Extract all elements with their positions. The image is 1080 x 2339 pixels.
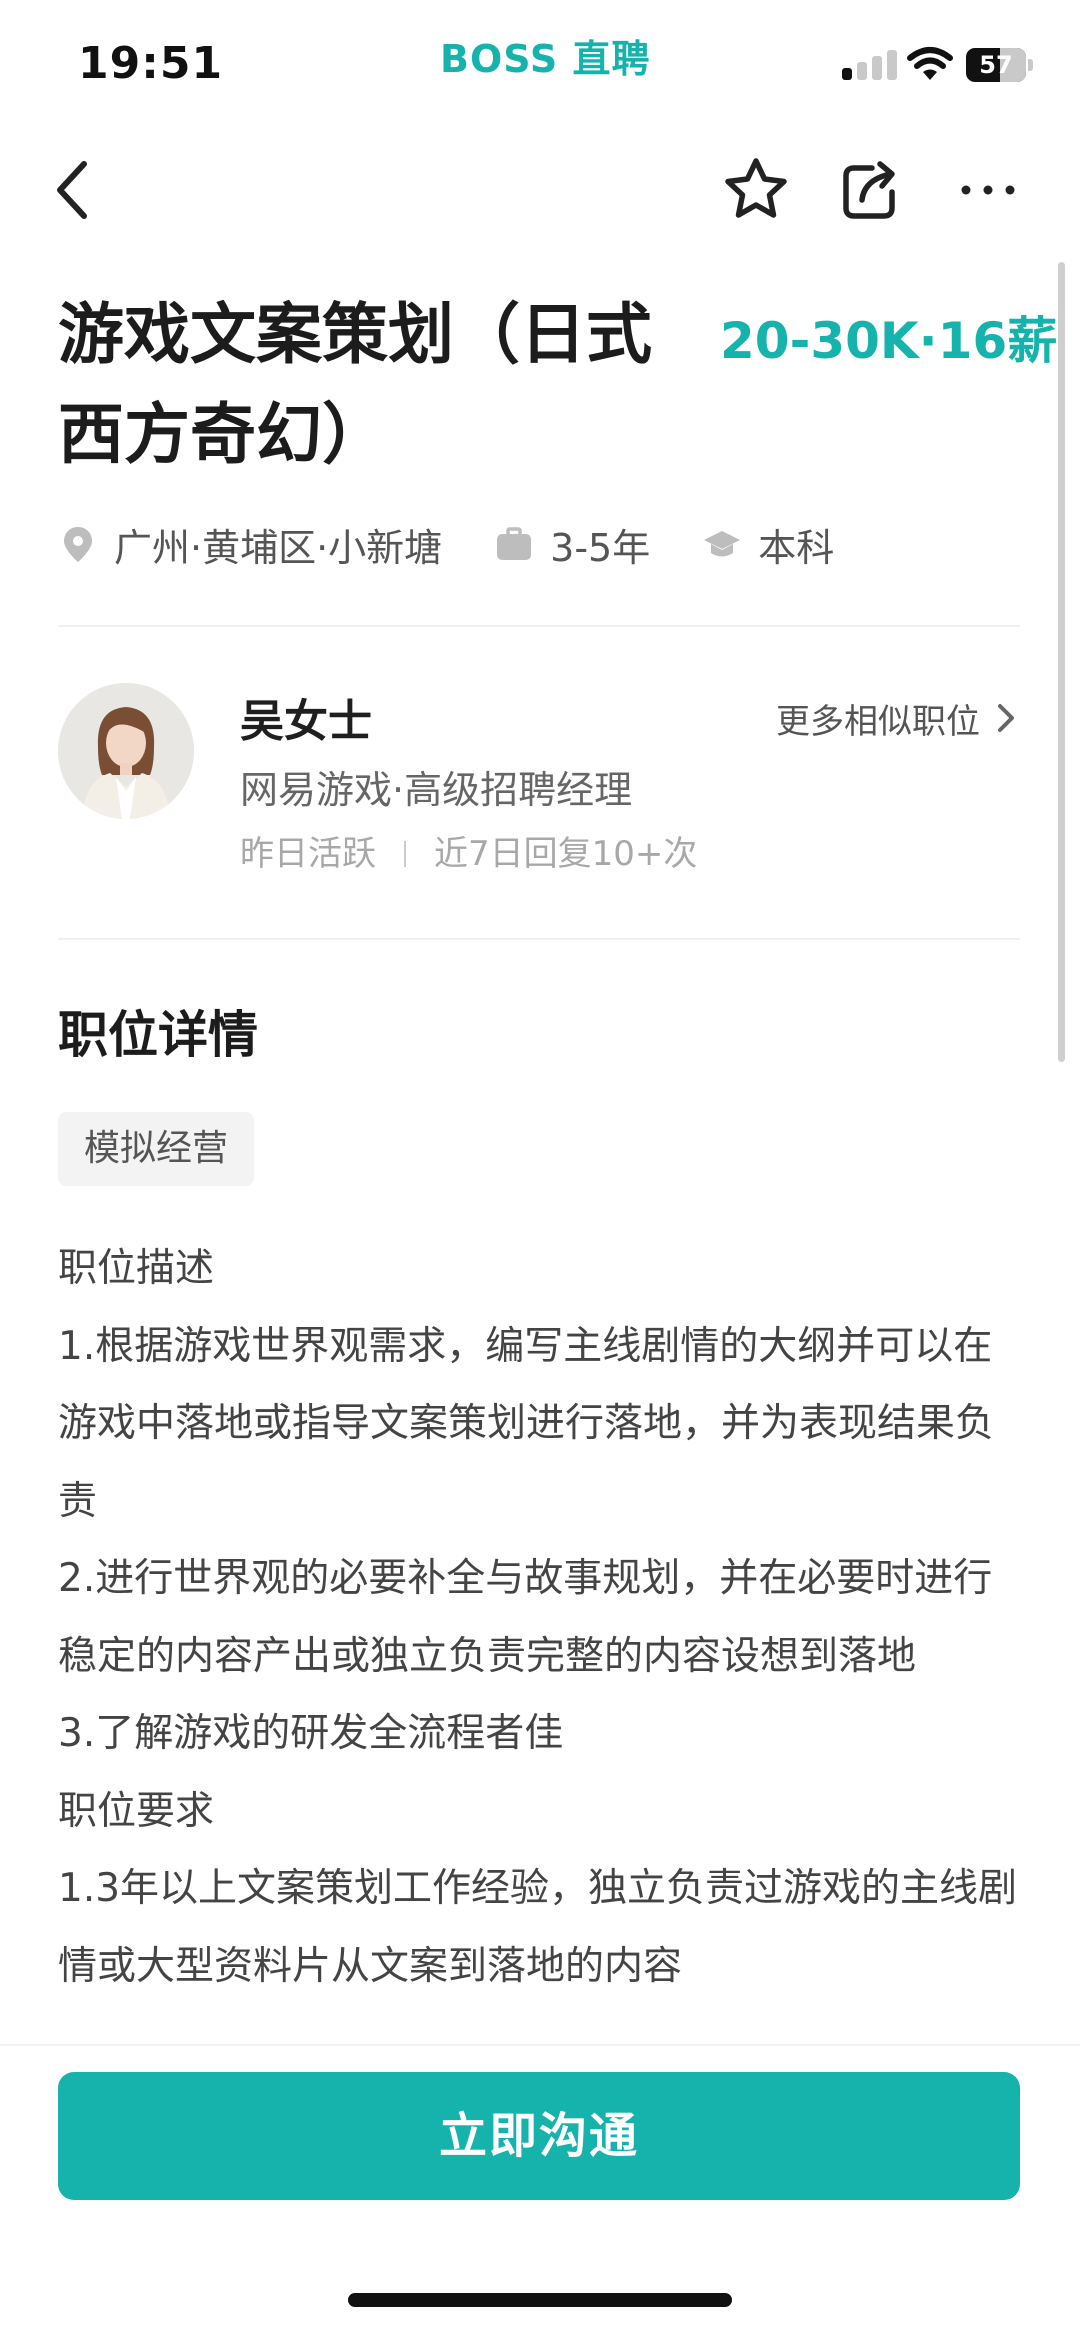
star-icon <box>725 158 787 218</box>
more-similar-jobs-link[interactable]: 更多相似职位 <box>776 690 1018 746</box>
job-experience-text: 3-5年 <box>550 525 651 570</box>
recruiter-photo <box>58 683 194 819</box>
briefcase-icon <box>497 527 532 560</box>
job-title: 游戏文案策划（日式西方奇幻） <box>58 296 652 473</box>
job-details-heading: 职位详情 <box>58 1006 258 1064</box>
battery-level: 57 <box>979 51 1013 79</box>
back-button[interactable] <box>48 150 108 230</box>
battery-icon: 57 <box>966 48 1033 82</box>
job-location: 广州·黄埔区·小新塘 <box>58 517 442 572</box>
recruiter-name: 吴女士 <box>240 696 372 747</box>
location-pin-icon <box>64 527 92 562</box>
more-similar-jobs-label: 更多相似职位 <box>776 701 980 742</box>
recruiter-activity: 昨日活跃 近7日回复10+次 <box>240 828 697 880</box>
description-paragraph: 1.根据游戏世界观需求，编写主线剧情的大纲并可以在游戏中落地或指导文案策划进行落… <box>58 1323 995 1524</box>
divider <box>58 938 1020 940</box>
description-paragraph: 1.3年以上文案策划工作经验，独立负责过游戏的主线剧情或大型资料片从文案到落地的… <box>58 1866 1018 1989</box>
chat-now-button[interactable]: 立即沟通 <box>58 2072 1020 2200</box>
more-options-button[interactable] <box>950 152 1026 228</box>
status-time: 19:51 <box>78 38 224 89</box>
favorite-button[interactable] <box>718 152 794 228</box>
job-salary: 20-30K·16薪 <box>720 312 1058 370</box>
description-paragraph: 职位描述 <box>58 1246 215 1291</box>
graduation-cap-icon <box>704 531 741 557</box>
status-bar: 19:51 BOSS 直聘 57 <box>0 0 1080 120</box>
description-paragraph: 2.进行世界观的必要补全与故事规划，并在必要时进行稳定的内容产出或独立负责完整的… <box>58 1556 993 1679</box>
share-button[interactable] <box>832 152 908 228</box>
recruiter-avatar[interactable] <box>58 683 194 819</box>
wifi-icon <box>907 47 953 80</box>
more-dots-icon <box>961 185 1015 195</box>
recruiter-reply-stat: 近7日回复10+次 <box>434 834 698 874</box>
back-chevron-icon <box>57 161 87 219</box>
job-education-text: 本科 <box>758 525 835 570</box>
recruiter-company-position: 网易游戏·高级招聘经理 <box>240 768 633 812</box>
app-brand-logo: BOSS 直聘 <box>440 37 651 81</box>
divider <box>58 625 1020 627</box>
job-experience: 3-5年 <box>494 517 650 572</box>
job-detail-page: 19:51 BOSS 直聘 57 游戏文案策划（日式西方奇幻） 20-30K·1… <box>0 0 1080 2339</box>
chevron-right-icon <box>998 704 1014 732</box>
job-meta-row: 广州·黄埔区·小新塘 3-5年 本科 <box>58 514 834 574</box>
cellular-signal-icon <box>842 50 898 80</box>
home-indicator[interactable] <box>348 2293 732 2307</box>
recruiter-active-status: 昨日活跃 <box>240 834 376 874</box>
job-location-text: 广州·黄埔区·小新塘 <box>114 525 443 570</box>
activity-separator <box>404 841 406 867</box>
description-paragraph: 职位要求 <box>58 1788 215 1834</box>
description-paragraph: 3.了解游戏的研发全流程者佳 <box>58 1711 564 1756</box>
job-tag: 模拟经营 <box>58 1112 255 1186</box>
share-icon <box>843 161 895 219</box>
job-description: 职位描述 1.根据游戏世界观需求，编写主线剧情的大纲并可以在游戏中落地或指导文案… <box>58 1230 1028 2045</box>
scrollbar[interactable] <box>1058 262 1065 1062</box>
job-education: 本科 <box>702 517 834 572</box>
